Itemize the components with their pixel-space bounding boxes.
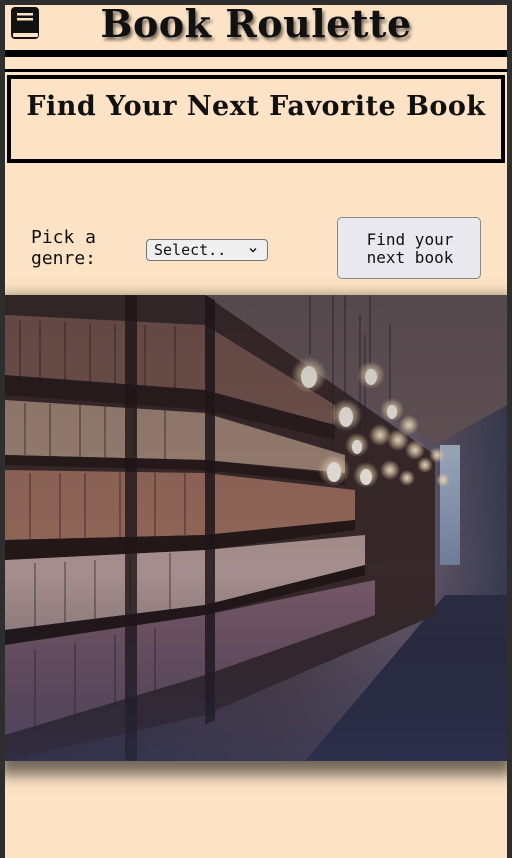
genre-select[interactable]: Select.. [146,239,268,261]
site-title: Book Roulette [100,5,412,46]
genre-select-value: Select.. [154,241,227,259]
site-header: Book Roulette [5,5,507,50]
library-image [5,295,507,761]
header-divider [5,50,507,57]
page: Book Roulette Find Your Next Favorite Bo… [5,5,507,858]
library-illustration [5,295,507,761]
genre-label: Pick a genre: [31,227,97,269]
hero-banner: Find Your Next Favorite Book [7,75,505,163]
find-book-button[interactable]: Find your next book [337,217,481,279]
hero-title: Find Your Next Favorite Book [26,91,486,122]
nav-divider [5,69,507,72]
chevron-down-icon [249,248,257,253]
find-book-button-label: Find your next book [366,230,454,267]
app-frame: Book Roulette Find Your Next Favorite Bo… [0,0,512,858]
